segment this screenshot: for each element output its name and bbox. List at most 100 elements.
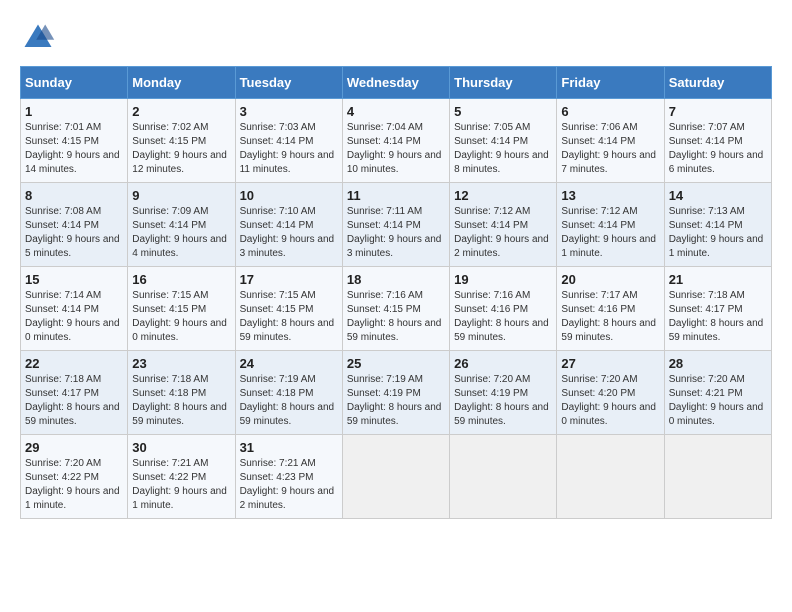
calendar-header-sunday: Sunday — [21, 67, 128, 99]
calendar-header-saturday: Saturday — [664, 67, 771, 99]
day-number: 28 — [669, 356, 767, 371]
day-info: Sunrise: 7:17 AMSunset: 4:16 PMDaylight:… — [561, 289, 659, 345]
calendar-cell — [342, 435, 449, 519]
day-number: 25 — [347, 356, 445, 371]
day-number: 27 — [561, 356, 659, 371]
day-info: Sunrise: 7:16 AMSunset: 4:15 PMDaylight:… — [347, 289, 445, 345]
calendar-cell: 27 Sunrise: 7:20 AMSunset: 4:20 PMDaylig… — [557, 351, 664, 435]
day-info: Sunrise: 7:19 AMSunset: 4:18 PMDaylight:… — [240, 373, 338, 429]
calendar-week-row: 8 Sunrise: 7:08 AMSunset: 4:14 PMDayligh… — [21, 183, 772, 267]
day-number: 26 — [454, 356, 552, 371]
day-number: 7 — [669, 104, 767, 119]
calendar-week-row: 15 Sunrise: 7:14 AMSunset: 4:14 PMDaylig… — [21, 267, 772, 351]
calendar-cell: 18 Sunrise: 7:16 AMSunset: 4:15 PMDaylig… — [342, 267, 449, 351]
day-info: Sunrise: 7:18 AMSunset: 4:17 PMDaylight:… — [669, 289, 767, 345]
day-number: 11 — [347, 188, 445, 203]
calendar-cell: 10 Sunrise: 7:10 AMSunset: 4:14 PMDaylig… — [235, 183, 342, 267]
calendar-header-thursday: Thursday — [450, 67, 557, 99]
calendar-cell: 1 Sunrise: 7:01 AMSunset: 4:15 PMDayligh… — [21, 99, 128, 183]
calendar-cell — [557, 435, 664, 519]
calendar-header-row: SundayMondayTuesdayWednesdayThursdayFrid… — [21, 67, 772, 99]
logo — [20, 20, 60, 56]
calendar-cell: 2 Sunrise: 7:02 AMSunset: 4:15 PMDayligh… — [128, 99, 235, 183]
calendar-cell: 30 Sunrise: 7:21 AMSunset: 4:22 PMDaylig… — [128, 435, 235, 519]
calendar-cell: 11 Sunrise: 7:11 AMSunset: 4:14 PMDaylig… — [342, 183, 449, 267]
day-number: 19 — [454, 272, 552, 287]
day-info: Sunrise: 7:18 AMSunset: 4:17 PMDaylight:… — [25, 373, 123, 429]
calendar-cell: 14 Sunrise: 7:13 AMSunset: 4:14 PMDaylig… — [664, 183, 771, 267]
calendar-cell: 3 Sunrise: 7:03 AMSunset: 4:14 PMDayligh… — [235, 99, 342, 183]
calendar-cell: 17 Sunrise: 7:15 AMSunset: 4:15 PMDaylig… — [235, 267, 342, 351]
calendar-cell: 20 Sunrise: 7:17 AMSunset: 4:16 PMDaylig… — [557, 267, 664, 351]
day-info: Sunrise: 7:18 AMSunset: 4:18 PMDaylight:… — [132, 373, 230, 429]
day-number: 4 — [347, 104, 445, 119]
day-info: Sunrise: 7:20 AMSunset: 4:20 PMDaylight:… — [561, 373, 659, 429]
day-info: Sunrise: 7:03 AMSunset: 4:14 PMDaylight:… — [240, 121, 338, 177]
day-info: Sunrise: 7:01 AMSunset: 4:15 PMDaylight:… — [25, 121, 123, 177]
day-number: 14 — [669, 188, 767, 203]
calendar: SundayMondayTuesdayWednesdayThursdayFrid… — [20, 66, 772, 519]
day-number: 8 — [25, 188, 123, 203]
day-info: Sunrise: 7:15 AMSunset: 4:15 PMDaylight:… — [132, 289, 230, 345]
calendar-header-friday: Friday — [557, 67, 664, 99]
day-info: Sunrise: 7:06 AMSunset: 4:14 PMDaylight:… — [561, 121, 659, 177]
day-number: 16 — [132, 272, 230, 287]
day-info: Sunrise: 7:09 AMSunset: 4:14 PMDaylight:… — [132, 205, 230, 261]
calendar-cell: 15 Sunrise: 7:14 AMSunset: 4:14 PMDaylig… — [21, 267, 128, 351]
day-number: 23 — [132, 356, 230, 371]
day-number: 17 — [240, 272, 338, 287]
calendar-cell: 7 Sunrise: 7:07 AMSunset: 4:14 PMDayligh… — [664, 99, 771, 183]
day-info: Sunrise: 7:20 AMSunset: 4:19 PMDaylight:… — [454, 373, 552, 429]
calendar-cell: 23 Sunrise: 7:18 AMSunset: 4:18 PMDaylig… — [128, 351, 235, 435]
day-number: 5 — [454, 104, 552, 119]
calendar-cell: 22 Sunrise: 7:18 AMSunset: 4:17 PMDaylig… — [21, 351, 128, 435]
calendar-cell: 16 Sunrise: 7:15 AMSunset: 4:15 PMDaylig… — [128, 267, 235, 351]
day-info: Sunrise: 7:20 AMSunset: 4:21 PMDaylight:… — [669, 373, 767, 429]
day-number: 2 — [132, 104, 230, 119]
calendar-cell: 19 Sunrise: 7:16 AMSunset: 4:16 PMDaylig… — [450, 267, 557, 351]
calendar-header-tuesday: Tuesday — [235, 67, 342, 99]
day-info: Sunrise: 7:10 AMSunset: 4:14 PMDaylight:… — [240, 205, 338, 261]
day-number: 20 — [561, 272, 659, 287]
calendar-cell — [450, 435, 557, 519]
calendar-week-row: 29 Sunrise: 7:20 AMSunset: 4:22 PMDaylig… — [21, 435, 772, 519]
calendar-cell: 13 Sunrise: 7:12 AMSunset: 4:14 PMDaylig… — [557, 183, 664, 267]
day-number: 1 — [25, 104, 123, 119]
calendar-cell: 8 Sunrise: 7:08 AMSunset: 4:14 PMDayligh… — [21, 183, 128, 267]
day-info: Sunrise: 7:12 AMSunset: 4:14 PMDaylight:… — [454, 205, 552, 261]
day-number: 9 — [132, 188, 230, 203]
calendar-cell: 21 Sunrise: 7:18 AMSunset: 4:17 PMDaylig… — [664, 267, 771, 351]
day-info: Sunrise: 7:13 AMSunset: 4:14 PMDaylight:… — [669, 205, 767, 261]
day-number: 13 — [561, 188, 659, 203]
day-number: 12 — [454, 188, 552, 203]
day-info: Sunrise: 7:12 AMSunset: 4:14 PMDaylight:… — [561, 205, 659, 261]
calendar-cell: 24 Sunrise: 7:19 AMSunset: 4:18 PMDaylig… — [235, 351, 342, 435]
day-number: 6 — [561, 104, 659, 119]
calendar-cell: 26 Sunrise: 7:20 AMSunset: 4:19 PMDaylig… — [450, 351, 557, 435]
calendar-week-row: 1 Sunrise: 7:01 AMSunset: 4:15 PMDayligh… — [21, 99, 772, 183]
day-number: 21 — [669, 272, 767, 287]
day-info: Sunrise: 7:08 AMSunset: 4:14 PMDaylight:… — [25, 205, 123, 261]
calendar-header-monday: Monday — [128, 67, 235, 99]
header — [20, 20, 772, 56]
day-info: Sunrise: 7:15 AMSunset: 4:15 PMDaylight:… — [240, 289, 338, 345]
calendar-cell: 4 Sunrise: 7:04 AMSunset: 4:14 PMDayligh… — [342, 99, 449, 183]
day-info: Sunrise: 7:07 AMSunset: 4:14 PMDaylight:… — [669, 121, 767, 177]
day-number: 31 — [240, 440, 338, 455]
day-info: Sunrise: 7:16 AMSunset: 4:16 PMDaylight:… — [454, 289, 552, 345]
calendar-week-row: 22 Sunrise: 7:18 AMSunset: 4:17 PMDaylig… — [21, 351, 772, 435]
day-info: Sunrise: 7:21 AMSunset: 4:23 PMDaylight:… — [240, 457, 338, 513]
calendar-cell: 6 Sunrise: 7:06 AMSunset: 4:14 PMDayligh… — [557, 99, 664, 183]
day-info: Sunrise: 7:21 AMSunset: 4:22 PMDaylight:… — [132, 457, 230, 513]
day-number: 24 — [240, 356, 338, 371]
calendar-cell: 29 Sunrise: 7:20 AMSunset: 4:22 PMDaylig… — [21, 435, 128, 519]
day-info: Sunrise: 7:20 AMSunset: 4:22 PMDaylight:… — [25, 457, 123, 513]
day-info: Sunrise: 7:05 AMSunset: 4:14 PMDaylight:… — [454, 121, 552, 177]
calendar-cell — [664, 435, 771, 519]
logo-icon — [20, 20, 56, 56]
calendar-cell: 28 Sunrise: 7:20 AMSunset: 4:21 PMDaylig… — [664, 351, 771, 435]
calendar-cell: 25 Sunrise: 7:19 AMSunset: 4:19 PMDaylig… — [342, 351, 449, 435]
day-number: 30 — [132, 440, 230, 455]
day-number: 18 — [347, 272, 445, 287]
calendar-header-wednesday: Wednesday — [342, 67, 449, 99]
